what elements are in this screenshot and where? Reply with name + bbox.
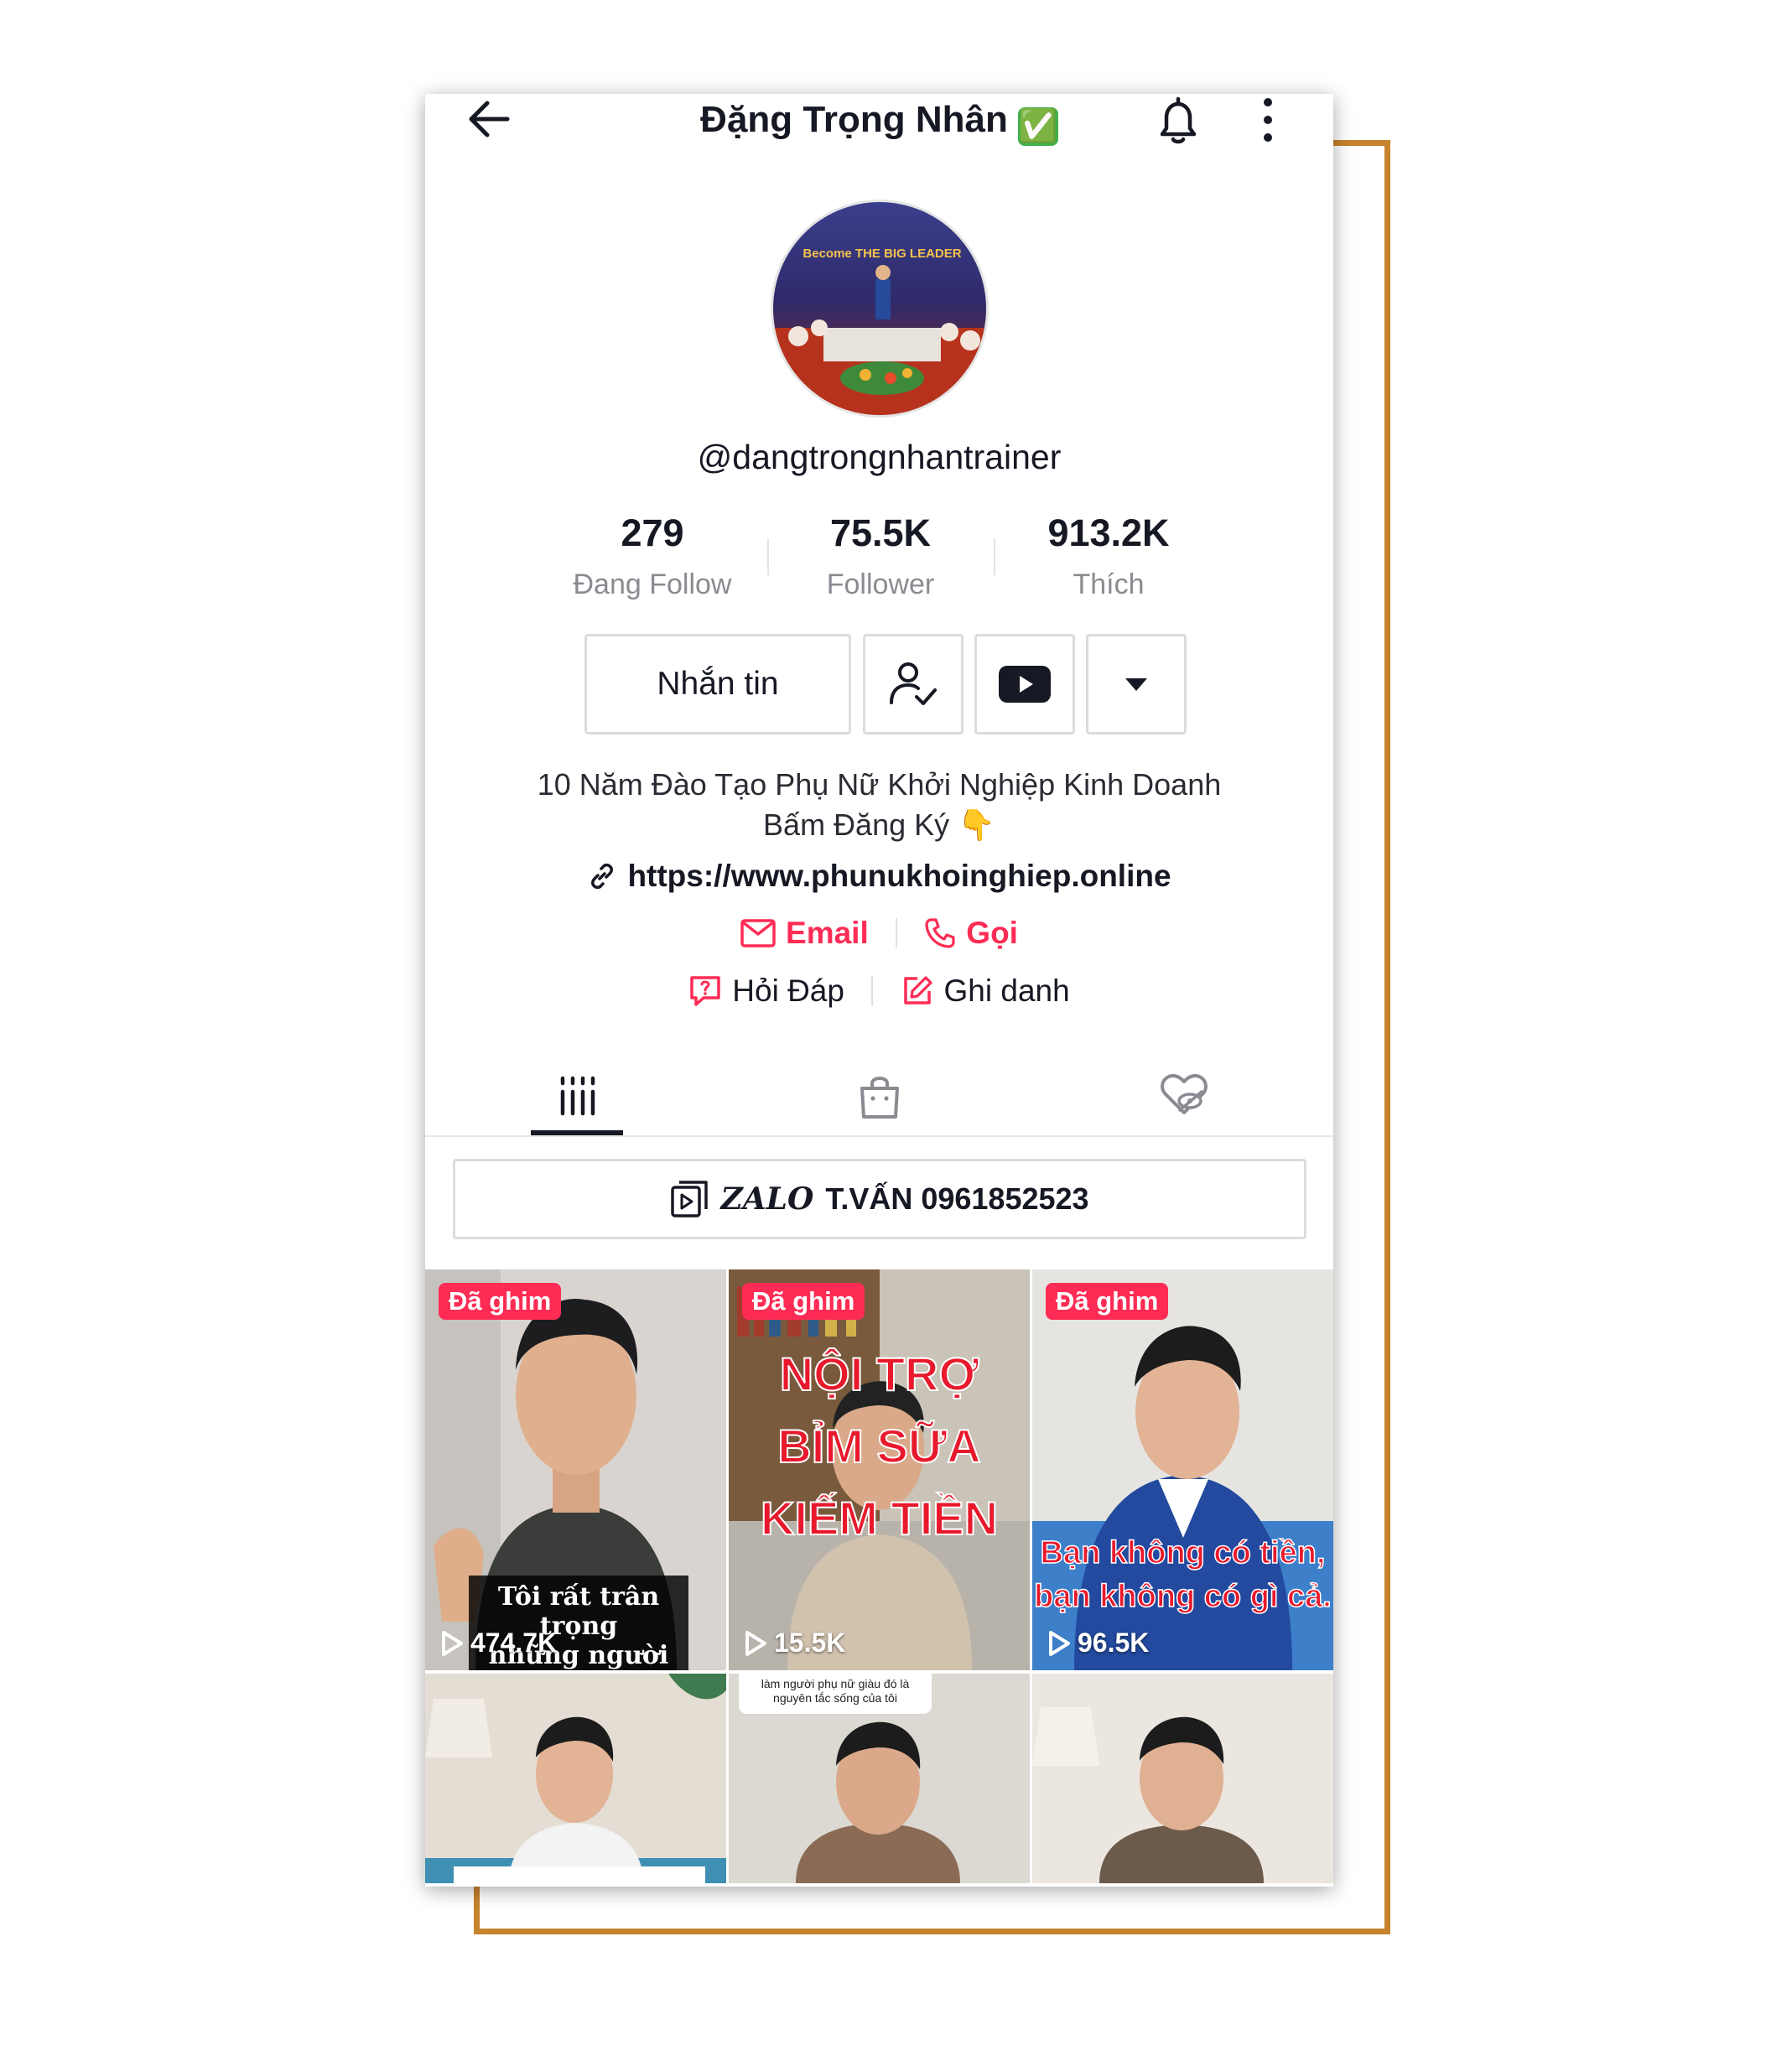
shopping-bag-icon xyxy=(860,1077,899,1119)
likes-count: 913.2K xyxy=(1047,511,1170,554)
play-icon xyxy=(1049,1630,1070,1656)
zalo-script-text: ZALO xyxy=(720,1181,814,1217)
video-thumbnail[interactable]: Đã ghim NỘI TRỢ BỈM SỮA KIẾM TIỀN 15.5K xyxy=(729,1269,1030,1670)
following-status-button[interactable] xyxy=(863,634,964,735)
bell-icon xyxy=(1160,96,1197,144)
video-caption-line: BỈM SỮA xyxy=(777,1419,981,1473)
qa-label: Hỏi Đáp xyxy=(732,973,844,1009)
top-bar: Đặng Trọng Nhân ✅ xyxy=(425,94,1333,146)
qa-button[interactable]: Hỏi Đáp xyxy=(688,973,844,1009)
profile-name: Đặng Trọng Nhân xyxy=(700,99,1008,140)
stat-followers[interactable]: 75.5K Follower xyxy=(767,511,994,601)
video-caption: NỘI TRỢ BỈM SỮA KIẾM TIỀN xyxy=(729,1338,1030,1555)
zalo-playlist-button[interactable]: ZALO T.VẤN 0961852523 xyxy=(453,1159,1306,1239)
contact-separator xyxy=(896,918,898,949)
qa-separator xyxy=(871,976,874,1007)
followers-count: 75.5K xyxy=(829,511,932,554)
call-button[interactable]: Gọi xyxy=(924,916,1018,951)
message-button-label: Nhắn tin xyxy=(657,666,779,702)
video-caption-line: bạn không có gì cả. xyxy=(1033,1578,1332,1615)
username: @dangtrongnhantrainer xyxy=(697,438,1062,476)
active-tab-indicator xyxy=(531,1130,623,1135)
call-label: Gọi xyxy=(966,916,1018,951)
view-count-text: 96.5K xyxy=(1078,1628,1150,1658)
bio-link-text: https://www.phunukhoinghiep.online xyxy=(627,859,1171,894)
video-thumbnail-image xyxy=(1032,1674,1333,1883)
profile-tabs xyxy=(425,1056,1333,1137)
view-count-text: 474.7K xyxy=(470,1628,558,1658)
phone-screen: Đặng Trọng Nhân ✅ Become THE BIG LEADER … xyxy=(425,94,1333,1887)
stat-following[interactable]: 279 Đang Follow xyxy=(539,511,766,601)
bio: 10 Năm Đào Tạo Phụ Nữ Khởi Nghiệp Kinh D… xyxy=(425,765,1333,845)
stat-likes[interactable]: 913.2K Thích xyxy=(995,511,1222,601)
followers-label: Follower xyxy=(826,568,935,600)
question-bubble-icon xyxy=(690,976,721,1006)
link-icon xyxy=(591,864,614,890)
contact-row: Email Gọi xyxy=(425,914,1333,951)
following-label: Đang Follow xyxy=(573,568,732,600)
tab-videos[interactable] xyxy=(531,1056,623,1137)
video-thumbnail[interactable]: Đã ghim Tôi rất trân trọng những người p… xyxy=(425,1269,726,1670)
view-count: 474.7K xyxy=(440,1628,557,1659)
video-thumbnail[interactable] xyxy=(425,1674,726,1883)
edit-icon xyxy=(903,976,932,1005)
play-icon xyxy=(745,1630,766,1656)
user-check-icon xyxy=(890,662,937,705)
bio-line-2: Bấm Đăng Ký 👇 xyxy=(763,807,995,842)
pinned-badge: Đã ghim xyxy=(439,1283,562,1320)
video-thumbnail[interactable] xyxy=(1032,1674,1333,1883)
zalo-text: T.VẤN 0961852523 xyxy=(825,1181,1089,1216)
tab-liked[interactable] xyxy=(1138,1056,1230,1137)
bio-link[interactable]: https://www.phunukhoinghiep.online xyxy=(425,857,1333,894)
grid-icon xyxy=(560,1076,595,1116)
avatar-banner-text: Become THE BIG LEADER xyxy=(803,247,961,261)
view-count: 15.5K xyxy=(744,1628,845,1659)
qa-row: Hỏi Đáp Ghi danh xyxy=(425,972,1333,1009)
pinned-badge: Đã ghim xyxy=(742,1283,865,1320)
likes-label: Thích xyxy=(1073,568,1145,600)
youtube-icon xyxy=(999,666,1051,703)
register-button[interactable]: Ghi danh xyxy=(901,973,1070,1009)
avatar[interactable]: Become THE BIG LEADER xyxy=(771,200,989,418)
video-thumbnail[interactable]: Đã ghim Bạn không có tiền, bạn không có … xyxy=(1032,1269,1333,1670)
video-caption-bubble: làm người phụ nữ giàu đó là nguyên tắc s… xyxy=(739,1674,932,1714)
video-thumbnail[interactable]: làm người phụ nữ giàu đó là nguyên tắc s… xyxy=(729,1674,1030,1883)
video-caption-line: NỘI TRỢ xyxy=(779,1347,980,1401)
tab-shop[interactable] xyxy=(834,1056,926,1137)
video-caption-line: KIẾM TIỀN xyxy=(760,1491,999,1545)
video-thumbnail-image xyxy=(425,1674,726,1883)
video-caption: Bạn không có tiền, bạn không có gì cả. xyxy=(1032,1531,1333,1618)
view-count: 96.5K xyxy=(1047,1628,1149,1659)
youtube-button[interactable] xyxy=(974,634,1075,735)
verified-badge: ✅ xyxy=(1017,107,1058,146)
register-label: Ghi danh xyxy=(943,973,1070,1009)
notifications-button[interactable] xyxy=(1151,94,1206,149)
pinned-badge: Đã ghim xyxy=(1046,1283,1169,1320)
bio-line-1: 10 Năm Đào Tạo Phụ Nữ Khởi Nghiệp Kinh D… xyxy=(537,767,1222,802)
more-vertical-icon xyxy=(1264,98,1272,142)
more-actions-dropdown[interactable] xyxy=(1086,634,1187,735)
playlist-icon xyxy=(671,1181,709,1217)
mail-icon xyxy=(740,919,776,947)
email-label: Email xyxy=(786,916,869,951)
hidden-heart-icon xyxy=(1161,1073,1208,1114)
more-button[interactable] xyxy=(1255,94,1280,149)
phone-icon xyxy=(925,918,955,948)
message-button[interactable]: Nhắn tin xyxy=(584,634,851,735)
play-icon xyxy=(442,1630,463,1656)
caret-down-icon xyxy=(1125,678,1147,691)
video-caption-line: Bạn không có tiền, xyxy=(1040,1534,1326,1571)
following-count: 279 xyxy=(621,511,684,554)
email-button[interactable]: Email xyxy=(740,916,869,951)
view-count-text: 15.5K xyxy=(774,1628,846,1658)
